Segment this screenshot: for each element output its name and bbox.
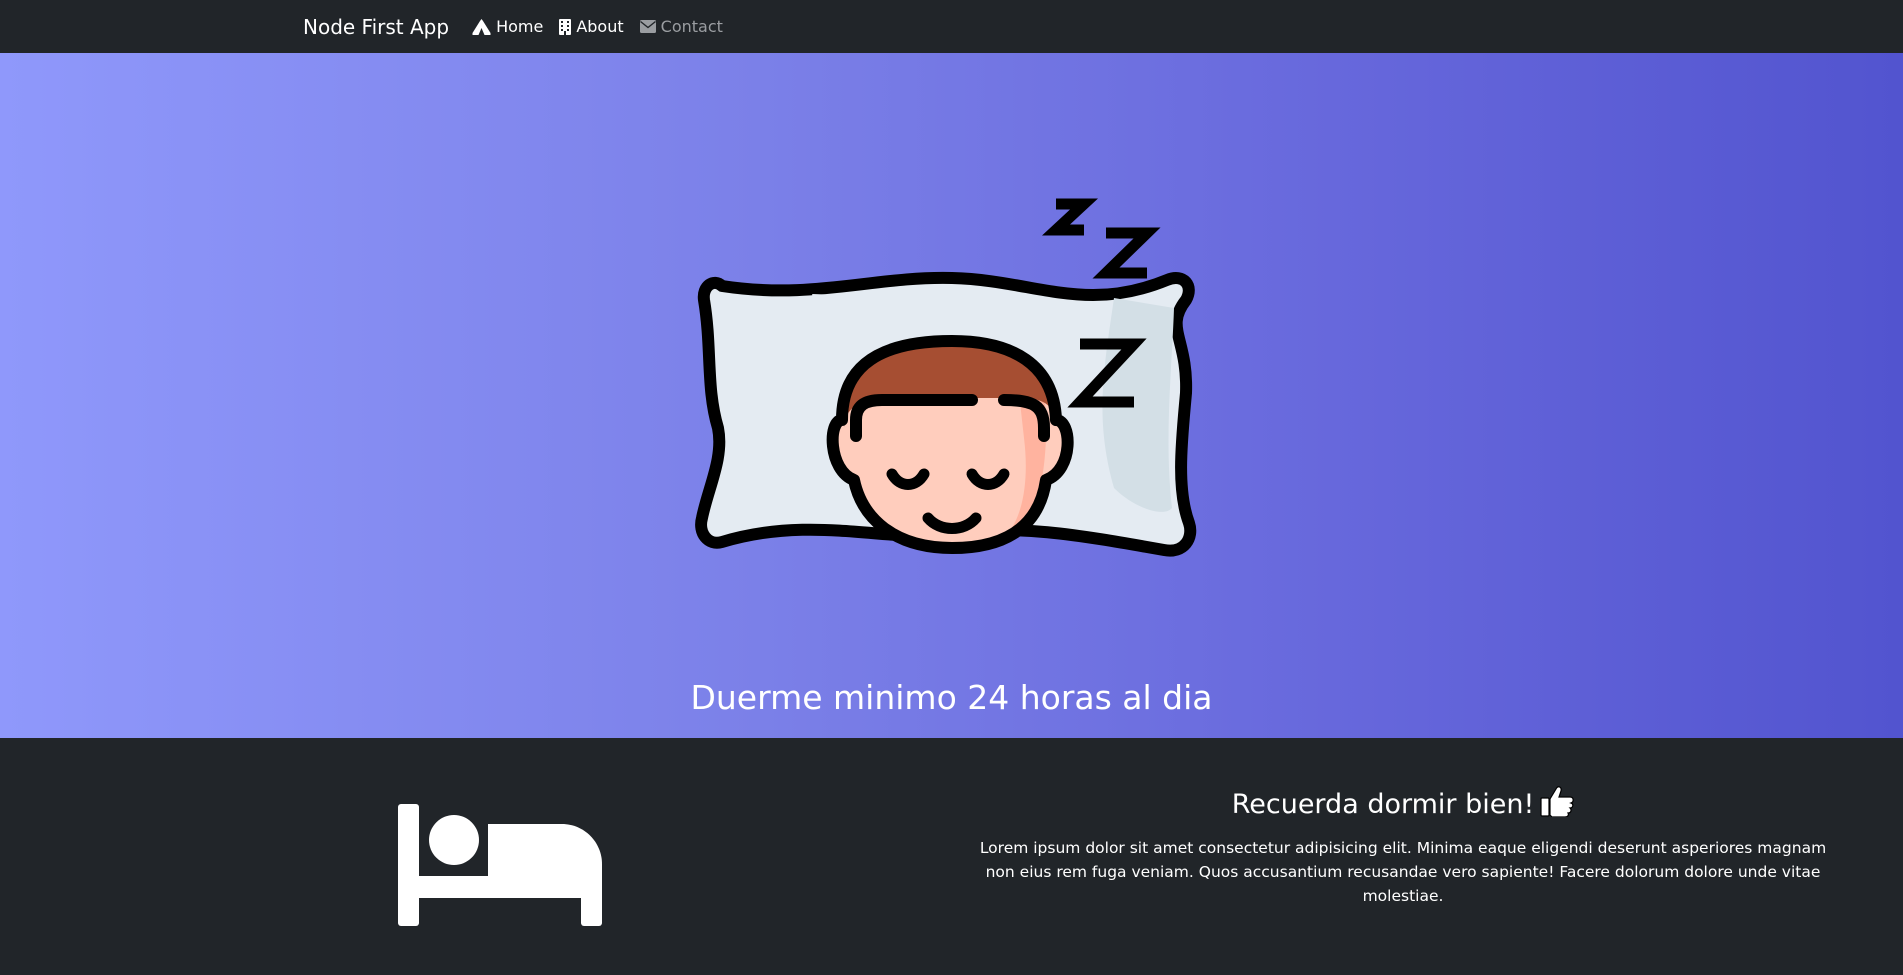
- brand-link[interactable]: Node First App: [303, 15, 449, 39]
- info-title-row: Recuerda dormir bien!: [963, 785, 1843, 824]
- thumbs-up-icon: [1540, 785, 1575, 824]
- nav-link-home[interactable]: Home: [472, 17, 543, 36]
- campground-icon: [472, 18, 491, 35]
- nav-link-contact-label: Contact: [660, 17, 723, 36]
- navbar: Node First App Home About Contact: [0, 0, 1903, 53]
- building-icon: [559, 18, 572, 35]
- hero-section: Duerme minimo 24 horas al dia: [0, 53, 1903, 738]
- info-title: Recuerda dormir bien!: [1231, 789, 1535, 820]
- nav-link-home-label: Home: [496, 17, 544, 36]
- envelope-icon: [639, 20, 656, 33]
- info-body: Lorem ipsum dolor sit amet consectetur a…: [979, 839, 1827, 905]
- bed-icon: [398, 804, 602, 930]
- nav-link-about-label: About: [576, 17, 624, 36]
- info-text-block: Recuerda dormir bien! Lorem ipsum dolor …: [963, 785, 1843, 908]
- face: [826, 335, 1074, 554]
- sleeping-face-illustration: [695, 198, 1197, 557]
- info-section: Recuerda dormir bien! Lorem ipsum dolor …: [0, 738, 1903, 975]
- nav-link-contact[interactable]: Contact: [639, 17, 723, 36]
- hero-title: Duerme minimo 24 horas al dia: [690, 678, 1213, 717]
- nav-link-about[interactable]: About: [559, 17, 624, 36]
